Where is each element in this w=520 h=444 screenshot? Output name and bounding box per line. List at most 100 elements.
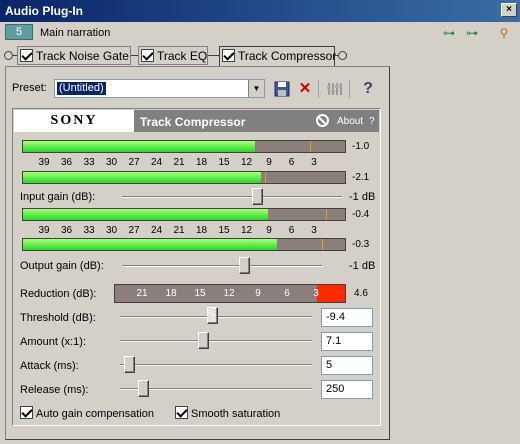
delete-icon[interactable]: ✕ [295,79,315,99]
chain-item-eq[interactable]: Track EQ [138,46,208,65]
meter-scale-tick: 39 [38,157,50,168]
input-meter-scale: 39 36 33 30 27 24 21 18 15 12 9 6 3 [22,157,346,169]
input-gain-value: -1 dB [349,191,376,203]
track-number-button[interactable]: 5 [5,24,33,40]
attack-field[interactable]: 5 [321,356,373,375]
reduction-scale-tick: 6 [284,288,290,299]
bars-icon[interactable] [324,79,344,99]
eq-checkbox[interactable] [141,49,154,62]
plugin-name: Track Compressor [140,115,246,129]
meter-scale-tick: 30 [105,157,118,168]
close-icon[interactable]: × [501,3,517,17]
meter-scale-tick: 33 [83,225,95,236]
amount-label: Amount (x:1): [20,336,87,348]
meter-scale-tick: 3 [311,225,317,236]
compressor-checkbox[interactable] [222,49,235,62]
meter-scale-tick: 21 [173,225,185,236]
preset-dropdown[interactable]: (Untitled) ▼ [54,79,265,98]
window-title-bar: Audio Plug-In × [0,0,520,22]
noise-gate-checkbox[interactable] [20,49,33,62]
release-slider[interactable] [138,380,150,397]
meter-scale-tick: 24 [150,157,163,168]
threshold-field[interactable]: -9.4 [321,308,373,327]
reduction-meter: 21 18 15 12 9 6 3 [114,284,346,303]
threshold-slider[interactable] [206,307,218,324]
input-meter-right-value: -2.1 [352,172,370,183]
plugin-banner: SONY Track Compressor About ? [14,110,379,132]
chain-item-label: Track Noise Gate [36,49,129,63]
attack-label: Attack (ms): [20,360,79,372]
chain-item-label: Track Compressor [238,49,337,63]
input-meter-right [22,171,346,184]
reduction-scale-tick: 18 [165,288,177,299]
output-meter-left-value: -0.4 [352,209,370,220]
preset-label: Preset: [12,82,47,94]
amount-track[interactable] [120,340,312,342]
track-name: Main narration [40,27,111,39]
reduction-scale-tick: 3 [313,288,319,299]
routing-icon[interactable]: ⊶ [441,26,457,40]
help-icon[interactable]: ? [358,79,378,99]
preset-value[interactable]: (Untitled) [57,82,106,95]
toolbar-separator [318,80,319,98]
attack-track[interactable] [120,364,312,366]
dock-icon[interactable]: ⚲ [496,26,512,40]
output-meter-right [22,238,346,251]
input-gain-label: Input gain (dB): [20,191,96,203]
meter-scale-tick: 27 [128,157,140,168]
save-icon[interactable] [272,79,292,99]
bypass-icon[interactable] [316,114,329,127]
meter-scale-tick: 27 [128,225,140,236]
meter-scale-tick: 12 [240,225,253,236]
input-gain-slider[interactable] [251,188,263,205]
threshold-label: Threshold (dB): [20,312,96,324]
input-meter-left [22,140,346,153]
reduction-label: Reduction (dB): [20,288,97,300]
smooth-saturation-checkbox[interactable] [175,406,188,419]
reduction-scale-tick: 15 [194,288,206,299]
chevron-down-icon[interactable]: ▼ [248,80,264,97]
amount-field[interactable]: 7.1 [321,332,373,351]
about-link[interactable]: About [337,116,363,127]
reduction-scale-tick: 9 [255,288,261,299]
reduction-scale-tick: 12 [223,288,235,299]
window-title: Audio Plug-In [5,4,83,18]
auto-gain-option[interactable]: Auto gain compensation [20,406,154,420]
output-meter-right-value: -0.3 [352,239,370,250]
meter-scale-tick: 15 [218,157,230,168]
attack-slider[interactable] [123,356,135,373]
chain-item-compressor[interactable]: Track Compressor [219,46,337,67]
auto-gain-label: Auto gain compensation [36,408,155,420]
auto-gain-checkbox[interactable] [20,406,33,419]
meter-scale-tick: 3 [311,157,317,168]
meter-scale-tick: 36 [60,225,73,236]
output-gain-slider[interactable] [239,257,251,274]
output-gain-track[interactable] [122,265,322,267]
meter-scale-tick: 30 [105,225,118,236]
meter-scale-tick: 18 [195,225,208,236]
amount-slider[interactable] [197,332,209,349]
output-gain-value: -1 dB [349,260,376,272]
meter-scale-tick: 18 [195,157,208,168]
meter-scale-tick: 9 [266,225,272,236]
input-meter-left-value: -1.0 [352,141,370,152]
chain-item-label: Track EQ [157,49,208,63]
output-meter-left [22,208,346,221]
reduction-value: 4.6 [354,288,368,299]
output-gain-label: Output gain (dB): [20,260,104,272]
smooth-saturation-option[interactable]: Smooth saturation [175,406,280,420]
empty-side-area [392,66,516,440]
toolbar-separator [349,80,350,98]
chain-item-noise-gate[interactable]: Track Noise Gate [17,46,131,65]
meter-scale-tick: 9 [266,157,272,168]
meter-scale-tick: 36 [60,157,73,168]
release-field[interactable]: 250 [321,380,373,399]
meter-scale-tick: 6 [288,225,295,236]
meter-scale-tick: 6 [288,157,295,168]
remove-icon[interactable]: ⊶ [464,26,480,40]
input-gain-track[interactable] [122,196,342,198]
about-help-icon[interactable]: ? [369,116,375,127]
meter-scale-tick: 12 [240,157,253,168]
release-label: Release (ms): [20,384,89,396]
meter-scale-tick: 39 [38,225,50,236]
